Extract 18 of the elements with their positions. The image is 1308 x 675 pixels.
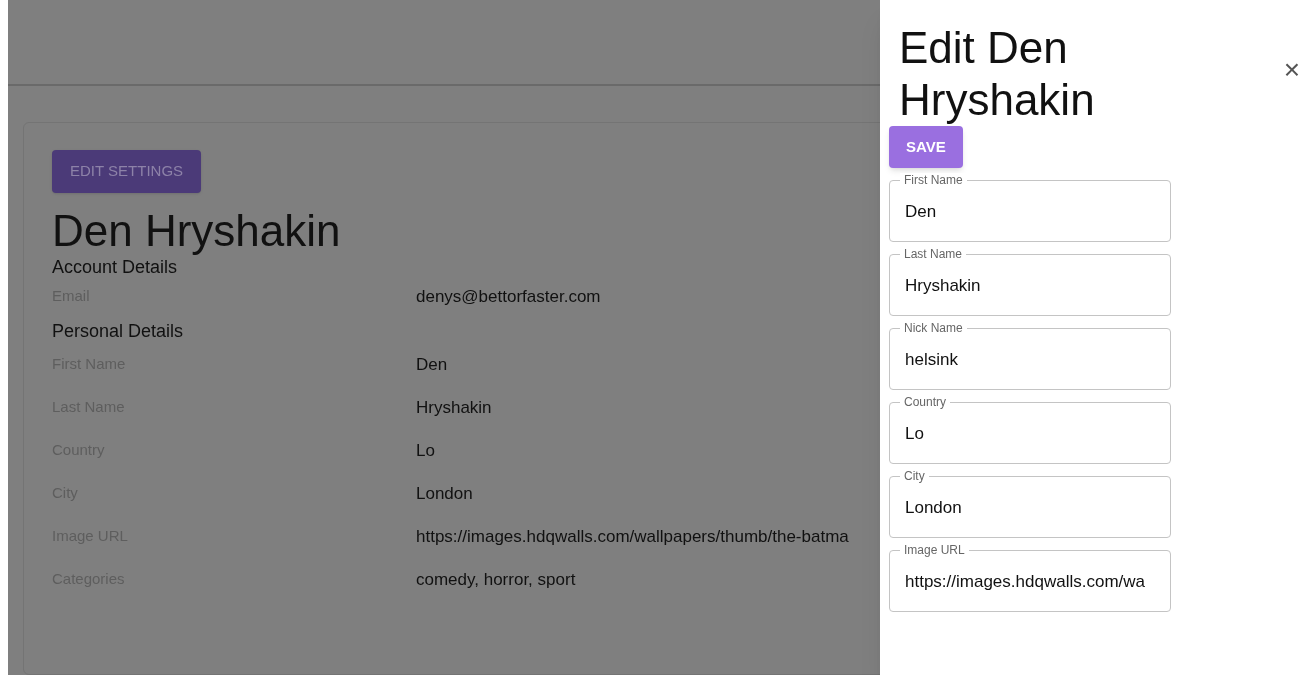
- field-floating-label: Image URL: [900, 543, 969, 557]
- field-value: Lo: [416, 439, 435, 462]
- section-title: Account Details: [52, 256, 178, 279]
- field-value: London: [416, 482, 473, 505]
- section-title: Personal Details: [52, 320, 184, 343]
- field-value: comedy, horror, sport: [416, 568, 576, 591]
- field-floating-label: Nick Name: [900, 321, 967, 335]
- field-value: Den: [416, 353, 448, 376]
- field-floating-label: Last Name: [900, 247, 967, 261]
- field-value: https://images.hdqwalls.com/wallpapers/thumb/the-batma: [416, 525, 849, 548]
- field-floating-label: Country: [900, 395, 951, 409]
- field-value: Hryshakin: [416, 396, 492, 419]
- save-button[interactable]: SAVE: [889, 126, 963, 168]
- field-value: denys@bettorfaster.com: [416, 285, 601, 308]
- field-floating-label: First Name: [900, 173, 967, 187]
- field-floating-label: City: [900, 469, 929, 483]
- profile-name: Den Hryshakin: [52, 207, 341, 255]
- drawer-title: Edit Den Hryshakin: [898, 22, 1096, 126]
